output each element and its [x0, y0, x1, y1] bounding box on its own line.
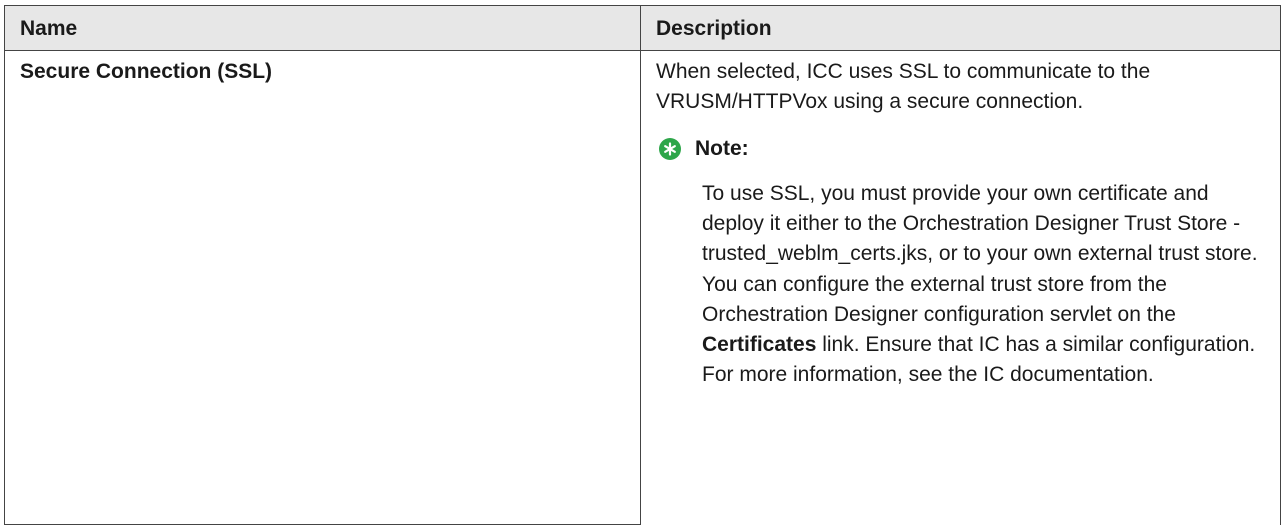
note-header: Note: — [656, 136, 1270, 162]
row-description-cell: When selected, ICC uses SSL to communica… — [640, 50, 1281, 525]
column-header-name: Name — [4, 5, 641, 51]
description-text: When selected, ICC uses SSL to communica… — [656, 60, 1151, 113]
note-body: To use SSL, you must provide your own ce… — [702, 179, 1270, 390]
row-name-cell: Secure Connection (SSL) — [4, 50, 641, 525]
parameter-table: Name Description Secure Connection (SSL)… — [4, 5, 1281, 525]
table-row: Secure Connection (SSL) When selected, I… — [4, 50, 1281, 525]
column-header-description: Description — [640, 5, 1281, 51]
note-text-before: To use SSL, you must provide your own ce… — [702, 182, 1258, 326]
table-header-row: Name Description — [4, 5, 1281, 51]
note-title: Note: — [695, 137, 749, 160]
star-icon — [659, 138, 681, 160]
certificates-link-label: Certificates — [702, 333, 817, 357]
